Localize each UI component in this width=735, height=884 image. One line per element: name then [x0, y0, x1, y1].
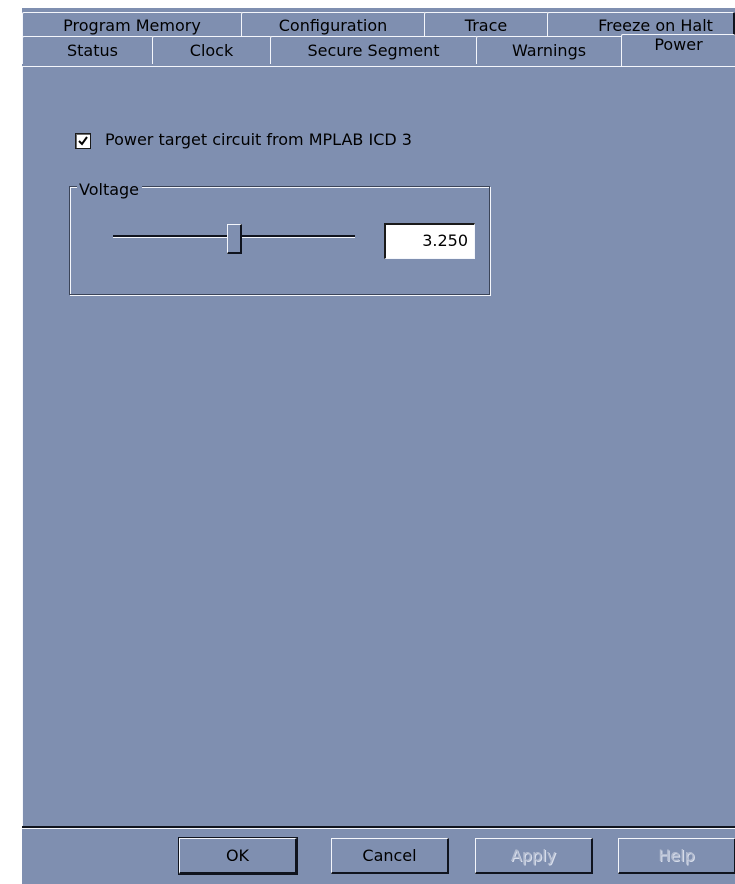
- tab-warnings[interactable]: Warnings: [476, 36, 623, 64]
- tab-label: Freeze on Halt: [598, 16, 713, 35]
- power-target-checkbox[interactable]: [75, 133, 91, 149]
- tab-configuration[interactable]: Configuration: [241, 12, 426, 38]
- tab-label: Trace: [464, 16, 508, 35]
- power-target-label: Power target circuit from MPLAB ICD 3: [105, 130, 412, 149]
- ok-button[interactable]: OK: [178, 837, 298, 875]
- tab-label: Program Memory: [63, 16, 201, 35]
- tab-label: Power: [654, 35, 703, 54]
- voltage-group-label: Voltage: [77, 180, 143, 200]
- voltage-slider-thumb[interactable]: [226, 224, 242, 254]
- apply-button[interactable]: Apply: [475, 838, 593, 874]
- tab-label: Warnings: [511, 41, 587, 60]
- tab-secure-segment[interactable]: Secure Segment: [270, 36, 478, 64]
- check-icon: [78, 136, 88, 146]
- tab-label: Configuration: [278, 16, 388, 35]
- tab-clock[interactable]: Clock: [152, 36, 272, 64]
- dialog-separator: [22, 826, 735, 829]
- tab-label: Secure Segment: [307, 41, 440, 60]
- tab-power[interactable]: Power: [621, 34, 735, 66]
- tab-trace[interactable]: Trace: [424, 12, 549, 38]
- voltage-value-field[interactable]: 3.250: [384, 223, 475, 259]
- cancel-button[interactable]: Cancel: [331, 838, 449, 874]
- tab-status[interactable]: Status: [22, 36, 154, 64]
- tab-program-memory[interactable]: Program Memory: [22, 12, 243, 38]
- tab-label: Clock: [189, 41, 234, 60]
- help-button[interactable]: Help: [618, 838, 735, 874]
- tab-label: Status: [67, 41, 118, 60]
